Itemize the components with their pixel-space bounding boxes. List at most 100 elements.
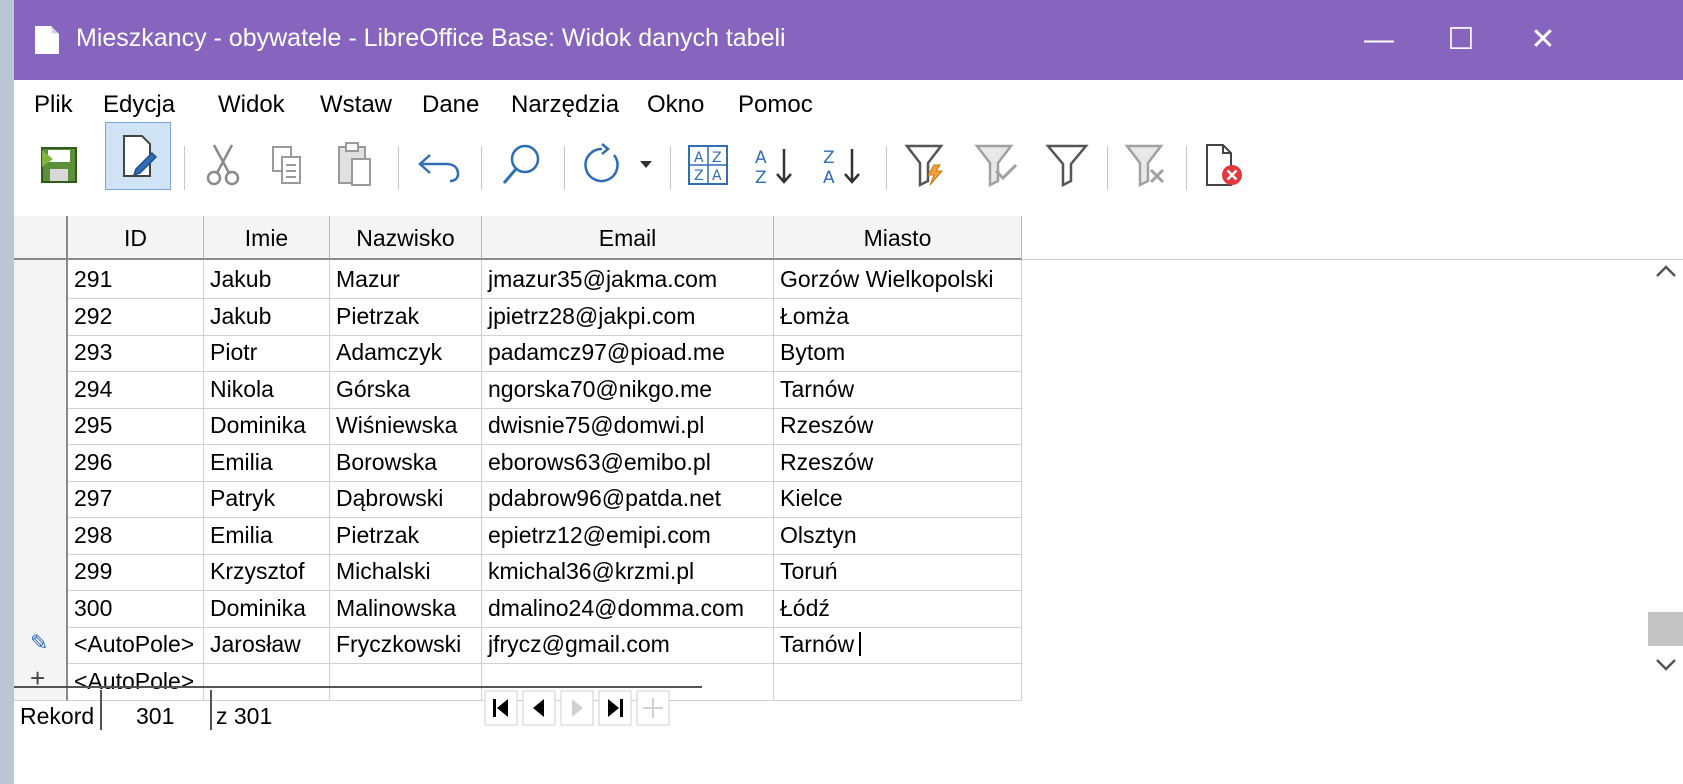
minimize-button[interactable]: — <box>1339 0 1419 80</box>
row-header[interactable] <box>14 370 68 409</box>
vertical-scrollbar[interactable] <box>1648 260 1683 730</box>
menu-narzedzia[interactable]: Narzędzia <box>511 91 619 119</box>
cell-id[interactable]: 293 <box>68 333 204 372</box>
row-header[interactable] <box>14 552 68 591</box>
cell-id[interactable]: 300 <box>68 589 204 628</box>
standard-filter-icon[interactable] <box>1040 138 1094 192</box>
cell-imie[interactable]: Jarosław <box>204 625 330 664</box>
cell-imie[interactable]: Dominika <box>204 589 330 628</box>
previous-record-icon[interactable] <box>522 690 556 731</box>
scroll-thumb[interactable] <box>1648 612 1683 646</box>
find-icon[interactable] <box>496 138 546 192</box>
menu-plik[interactable]: Plik <box>34 91 73 119</box>
column-header-imie[interactable]: Imie <box>204 216 330 260</box>
next-record-icon[interactable] <box>560 690 594 731</box>
row-header[interactable] <box>14 443 68 482</box>
record-number-field[interactable]: 301 <box>136 703 174 730</box>
autofilter-icon[interactable] <box>900 138 954 192</box>
row-header[interactable] <box>14 406 68 445</box>
cell-id[interactable]: 291 <box>68 260 204 299</box>
cell-miasto[interactable]: Kielce <box>774 479 1022 518</box>
cell-email[interactable]: jmazur35@jakma.com <box>482 260 774 299</box>
menu-okno[interactable]: Okno <box>647 91 704 119</box>
cell-miasto[interactable]: Łódź <box>774 589 1022 628</box>
last-record-icon[interactable] <box>598 690 632 731</box>
cell-miasto[interactable]: Tarnów <box>774 370 1022 409</box>
apply-filter-icon[interactable] <box>970 138 1024 192</box>
menu-widok[interactable]: Widok <box>218 91 285 119</box>
cell-id[interactable]: 299 <box>68 552 204 591</box>
cell-email[interactable]: kmichal36@krzmi.pl <box>482 552 774 591</box>
first-record-icon[interactable] <box>484 690 518 731</box>
sort-descending-icon[interactable]: Z A <box>818 138 868 192</box>
sort-ascending-icon[interactable]: A Z <box>750 138 800 192</box>
cell-miasto[interactable]: Rzeszów <box>774 443 1022 482</box>
refresh-icon[interactable] <box>576 138 628 192</box>
row-header[interactable] <box>14 260 68 299</box>
close-button[interactable]: ✕ <box>1503 0 1583 80</box>
cell-email[interactable]: padamcz97@pioad.me <box>482 333 774 372</box>
cell-imie[interactable]: Piotr <box>204 333 330 372</box>
cell-nazwisko[interactable]: Dąbrowski <box>330 479 482 518</box>
cell-imie[interactable]: Emilia <box>204 443 330 482</box>
refresh-dropdown-icon[interactable] <box>634 150 658 180</box>
cell-email[interactable]: pdabrow96@patda.net <box>482 479 774 518</box>
column-header-email[interactable]: Email <box>482 216 774 260</box>
cell-imie[interactable]: Dominika <box>204 406 330 445</box>
cell-nazwisko[interactable] <box>330 662 482 701</box>
cell-id[interactable]: 297 <box>68 479 204 518</box>
row-header[interactable] <box>14 589 68 628</box>
row-header[interactable] <box>14 333 68 372</box>
cell-miasto[interactable]: Olsztyn <box>774 516 1022 555</box>
cell-id[interactable]: 296 <box>68 443 204 482</box>
cell-id[interactable]: 298 <box>68 516 204 555</box>
cell-nazwisko[interactable]: Pietrzak <box>330 297 482 336</box>
scroll-down-icon[interactable] <box>1655 658 1677 677</box>
delete-record-icon[interactable] <box>1199 138 1249 192</box>
menu-wstaw[interactable]: Wstaw <box>320 91 392 119</box>
cell-imie[interactable]: Krzysztof <box>204 552 330 591</box>
row-header[interactable]: + <box>14 662 68 701</box>
cell-imie[interactable]: Jakub <box>204 297 330 336</box>
cell-miasto[interactable]: Łomża <box>774 297 1022 336</box>
cell-miasto[interactable]: Toruń <box>774 552 1022 591</box>
row-header[interactable] <box>14 479 68 518</box>
column-header-id[interactable]: ID <box>68 216 204 260</box>
cell-email[interactable]: dmalino24@domma.com <box>482 589 774 628</box>
row-header[interactable] <box>14 297 68 336</box>
menu-dane[interactable]: Dane <box>422 91 479 119</box>
cell-imie[interactable]: Nikola <box>204 370 330 409</box>
cell-miasto[interactable] <box>774 662 1022 701</box>
sort-icon[interactable]: A Z Z A <box>682 138 734 192</box>
cell-imie[interactable]: Patryk <box>204 479 330 518</box>
cell-nazwisko[interactable]: Adamczyk <box>330 333 482 372</box>
cell-nazwisko[interactable]: Borowska <box>330 443 482 482</box>
cell-email[interactable]: eborows63@emibo.pl <box>482 443 774 482</box>
cell-email[interactable]: jpietrz28@jakpi.com <box>482 297 774 336</box>
cell-miasto[interactable]: Tarnów <box>774 625 1022 664</box>
column-header-nazwisko[interactable]: Nazwisko <box>330 216 482 260</box>
paste-icon[interactable] <box>332 138 378 192</box>
cell-nazwisko[interactable]: Wiśniewska <box>330 406 482 445</box>
cell-email[interactable]: epietrz12@emipi.com <box>482 516 774 555</box>
cell-nazwisko[interactable]: Malinowska <box>330 589 482 628</box>
cell-miasto[interactable]: Bytom <box>774 333 1022 372</box>
cell-nazwisko[interactable]: Górska <box>330 370 482 409</box>
edit-data-icon[interactable] <box>105 122 171 190</box>
column-header-miasto[interactable]: Miasto <box>774 216 1022 260</box>
save-record-icon[interactable] <box>34 140 84 190</box>
cell-imie[interactable]: Emilia <box>204 516 330 555</box>
scroll-up-icon[interactable] <box>1655 264 1677 283</box>
cell-id[interactable]: <AutoPole> <box>68 625 204 664</box>
new-record-icon[interactable] <box>636 690 670 731</box>
cell-imie[interactable] <box>204 662 330 701</box>
row-header[interactable]: ✎ <box>14 625 68 664</box>
cell-id[interactable]: 294 <box>68 370 204 409</box>
cell-id[interactable]: 292 <box>68 297 204 336</box>
cell-miasto[interactable]: Rzeszów <box>774 406 1022 445</box>
cell-nazwisko[interactable]: Pietrzak <box>330 516 482 555</box>
cell-email[interactable]: dwisnie75@domwi.pl <box>482 406 774 445</box>
cell-email[interactable]: ngorska70@nikgo.me <box>482 370 774 409</box>
cell-nazwisko[interactable]: Fryczkowski <box>330 625 482 664</box>
undo-icon[interactable] <box>412 140 466 190</box>
